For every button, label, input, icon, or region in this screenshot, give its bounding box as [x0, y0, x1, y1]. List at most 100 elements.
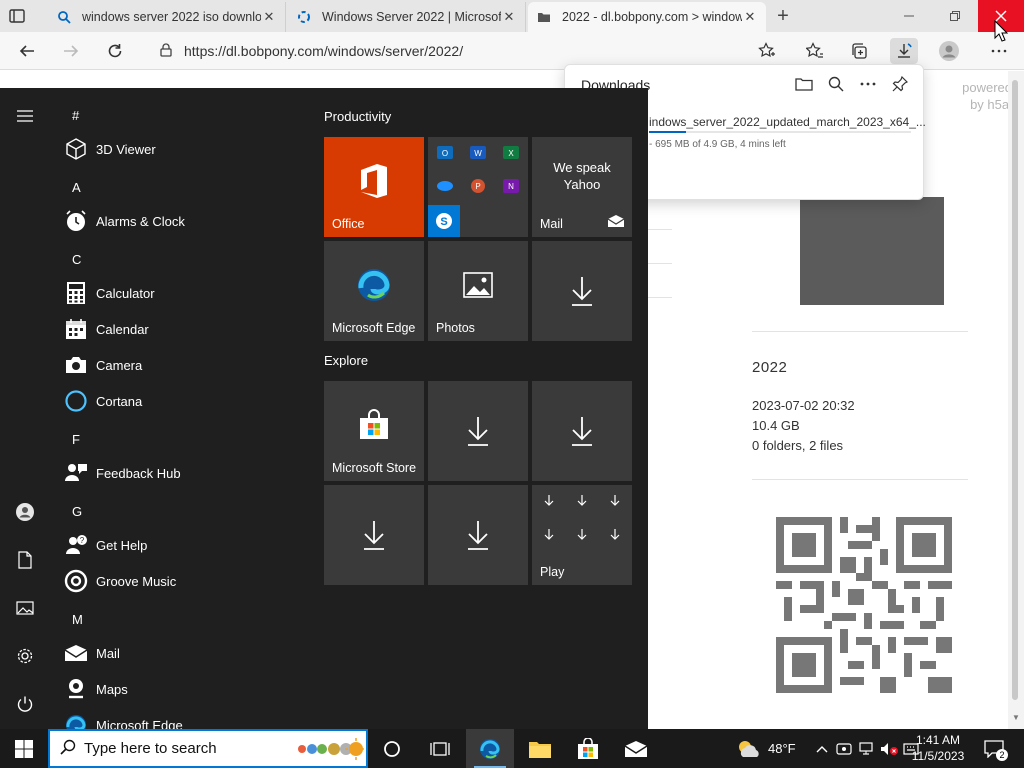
- tile-pending-download[interactable]: [324, 485, 424, 585]
- cortana-icon: [384, 740, 400, 757]
- more-options-icon[interactable]: [988, 40, 1010, 62]
- tile-office[interactable]: Office: [324, 137, 424, 237]
- scroll-down-icon[interactable]: ▼: [1009, 713, 1023, 725]
- download-file-name[interactable]: indows_server_2022_updated_march_2023_x6…: [649, 115, 926, 129]
- clock-date: 11/5/2023: [911, 749, 965, 763]
- address-bar[interactable]: https://dl.bobpony.com/windows/server/20…: [146, 36, 746, 66]
- new-tab-button[interactable]: +: [772, 6, 794, 28]
- pin-icon[interactable]: [889, 73, 911, 95]
- taskbar-search-box[interactable]: Type here to search: [48, 729, 368, 768]
- app-get-help[interactable]: ? Get Help: [62, 530, 147, 560]
- notifications-button[interactable]: 2: [982, 729, 1008, 768]
- settings-gear-icon[interactable]: [13, 644, 37, 668]
- search-placeholder[interactable]: Type here to search: [84, 740, 217, 757]
- download-status: - 695 MB of 4.9 GB, 4 mins left: [649, 139, 786, 150]
- search-downloads-icon[interactable]: [825, 73, 847, 95]
- start-menu: # 3D Viewer A Alarms & Clock C Calculato…: [0, 88, 648, 729]
- letter-header[interactable]: A: [72, 180, 81, 195]
- pictures-icon[interactable]: [13, 596, 37, 620]
- weather-cloud-icon: [739, 740, 759, 757]
- restore-icon[interactable]: [932, 0, 978, 32]
- network-icon[interactable]: [856, 741, 878, 756]
- tile-pending-download[interactable]: [428, 485, 528, 585]
- tile-office-apps[interactable]: O W X P N S: [428, 137, 528, 237]
- app-label: Maps: [96, 681, 128, 697]
- powered-line: by h5ai: [970, 97, 1012, 112]
- app-label: Get Help: [96, 537, 148, 553]
- close-tab-icon[interactable]: ✕: [742, 9, 758, 25]
- minimize-icon[interactable]: [886, 0, 932, 32]
- lock-icon[interactable]: [160, 42, 172, 60]
- url-text[interactable]: https://dl.bobpony.com/windows/server/20…: [184, 43, 463, 59]
- taskbar-file-explorer[interactable]: [516, 729, 564, 768]
- tile-photos[interactable]: Photos: [428, 241, 528, 341]
- close-tab-icon[interactable]: ✕: [261, 9, 277, 25]
- tile-microsoft-edge[interactable]: Microsoft Edge: [324, 241, 424, 341]
- chevron-up-icon[interactable]: [814, 745, 830, 753]
- tile-play-folder[interactable]: Play: [532, 485, 632, 585]
- weather-widget[interactable]: 48°F: [736, 729, 796, 768]
- search-highlight-icon[interactable]: [292, 735, 364, 766]
- app-camera[interactable]: Camera: [62, 350, 142, 380]
- tile-pending-download[interactable]: [532, 241, 632, 341]
- power-icon[interactable]: [13, 692, 37, 716]
- more-options-icon[interactable]: [857, 73, 879, 95]
- tile-mail[interactable]: We speak Yahoo Mail: [532, 137, 632, 237]
- tile-microsoft-store[interactable]: Microsoft Store: [324, 381, 424, 481]
- volume-muted-icon[interactable]: [878, 742, 900, 756]
- download-progress-bar: [649, 131, 911, 133]
- tab-microsoft[interactable]: Windows Server 2022 | Microsoft ✕: [288, 2, 526, 32]
- scrollbar-thumb[interactable]: [1012, 80, 1018, 700]
- app-mail[interactable]: Mail: [62, 638, 120, 668]
- music-icon: [62, 567, 90, 595]
- close-tab-icon[interactable]: ✕: [501, 9, 517, 25]
- letter-header[interactable]: F: [72, 432, 80, 447]
- favorites-icon[interactable]: [804, 40, 826, 62]
- letter-header[interactable]: M: [72, 612, 83, 627]
- app-label: Feedback Hub: [96, 465, 181, 481]
- app-microsoft-edge[interactable]: Microsoft Edge: [62, 710, 183, 729]
- app-maps[interactable]: Maps: [62, 674, 128, 704]
- collections-icon[interactable]: [848, 40, 870, 62]
- tile-pending-download[interactable]: [428, 381, 528, 481]
- letter-header[interactable]: G: [72, 504, 82, 519]
- letter-header[interactable]: #: [72, 108, 79, 123]
- taskbar-edge[interactable]: [466, 729, 514, 768]
- app-cortana[interactable]: Cortana: [62, 386, 142, 416]
- powered-by[interactable]: powered by h5ai: [940, 79, 1012, 113]
- app-3d-viewer[interactable]: 3D Viewer: [62, 134, 156, 164]
- add-favorite-icon[interactable]: [756, 40, 778, 62]
- camera-icon: [62, 351, 90, 379]
- forward-icon[interactable]: [60, 40, 82, 62]
- app-calculator[interactable]: Calculator: [62, 278, 155, 308]
- app-alarms-clock[interactable]: Alarms & Clock: [62, 206, 185, 236]
- letter-header[interactable]: C: [72, 252, 81, 267]
- group-title-productivity[interactable]: Productivity: [324, 109, 391, 124]
- app-feedback-hub[interactable]: Feedback Hub: [62, 458, 181, 488]
- task-view-button[interactable]: [416, 729, 464, 768]
- tab-actions-icon[interactable]: [8, 7, 26, 25]
- app-groove-music[interactable]: Groove Music: [62, 566, 176, 596]
- start-button[interactable]: [0, 729, 48, 768]
- app-calendar[interactable]: Calendar: [62, 314, 149, 344]
- start-rail: [0, 88, 50, 729]
- taskbar-clock[interactable]: 1:41 AM 11/5/2023: [900, 732, 976, 764]
- hamburger-menu-icon[interactable]: [13, 104, 37, 128]
- meet-now-icon[interactable]: [832, 742, 856, 756]
- profile-avatar-icon[interactable]: [938, 40, 960, 62]
- tile-pending-download[interactable]: [532, 381, 632, 481]
- refresh-icon[interactable]: [104, 40, 126, 62]
- taskbar-mail[interactable]: [612, 729, 660, 768]
- cortana-button[interactable]: [368, 729, 416, 768]
- group-title-explore[interactable]: Explore: [324, 353, 368, 368]
- user-account-icon[interactable]: [13, 500, 37, 524]
- documents-icon[interactable]: [13, 548, 37, 572]
- svg-text:P: P: [475, 182, 480, 191]
- back-icon[interactable]: [16, 40, 38, 62]
- open-folder-icon[interactable]: [793, 73, 815, 95]
- tab-search[interactable]: windows server 2022 iso download ✕: [48, 2, 286, 32]
- app-label: 3D Viewer: [96, 141, 156, 157]
- taskbar-store[interactable]: [564, 729, 612, 768]
- downloads-icon[interactable]: [890, 38, 918, 64]
- tab-bobpony[interactable]: 2022 - dl.bobpony.com > windows ✕: [528, 2, 766, 32]
